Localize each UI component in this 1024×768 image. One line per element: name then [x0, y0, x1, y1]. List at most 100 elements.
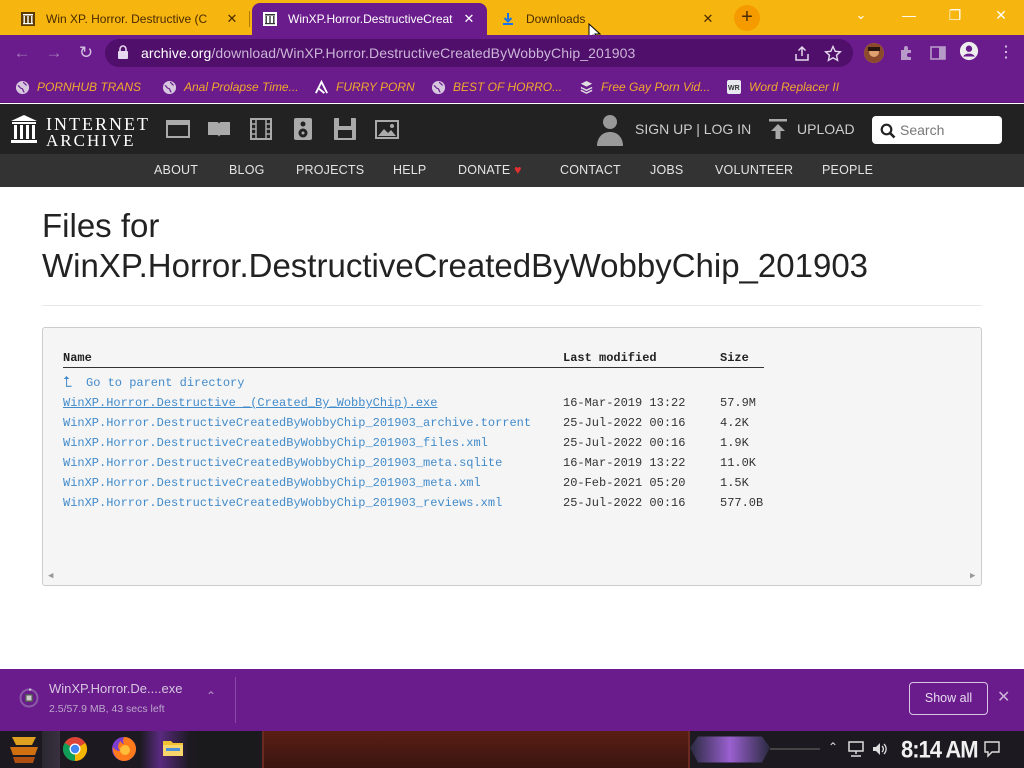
texts-icon[interactable]: [206, 117, 232, 141]
tab-3[interactable]: Downloads ✕: [490, 3, 726, 35]
file-size: 4.2K: [720, 416, 749, 430]
tab-search-icon[interactable]: ⌄: [838, 0, 884, 30]
profile-avatar-icon[interactable]: [959, 41, 979, 61]
file-link[interactable]: WinXP.Horror.DestructiveCreatedByWobbyCh…: [63, 416, 531, 430]
bookmark-item[interactable]: WR Word Replacer II: [726, 78, 839, 96]
network-icon[interactable]: [847, 741, 865, 757]
parent-dir-icon[interactable]: ⮤: [63, 374, 72, 392]
bookmark-item[interactable]: PORNHUB TRANS: [14, 78, 141, 96]
ia-logo[interactable]: INTERNET ARCHIVE: [8, 112, 158, 150]
audio-icon[interactable]: [290, 117, 316, 141]
volume-icon[interactable]: [871, 741, 889, 757]
file-link[interactable]: WinXP.Horror.DestructiveCreatedByWobbyCh…: [63, 436, 488, 450]
browser-toolbar: ← → ↻ archive.org/download/WinXP.Horror.…: [0, 35, 1024, 71]
upload-icon[interactable]: [768, 118, 788, 140]
chevron-up-icon[interactable]: ⌃: [206, 689, 216, 703]
ia-temple-icon: [11, 115, 37, 143]
folder-icon[interactable]: [162, 737, 184, 759]
taskbar: ⌃ 8:14 AM: [0, 731, 1024, 768]
tab-close-icon[interactable]: ✕: [461, 11, 477, 27]
close-window-button[interactable]: ✕: [978, 0, 1024, 30]
download-shelf: WinXP.Horror.De....exe 2.5/57.9 MB, 43 s…: [0, 669, 1024, 731]
ia-header: INTERNET ARCHIVE SIGN UP | LOG IN UPLOAD: [0, 104, 1024, 154]
nav-volunteer[interactable]: VOLUNTEER: [715, 163, 793, 177]
address-bar[interactable]: archive.org/download/WinXP.Horror.Destru…: [105, 39, 853, 67]
chevron-up-icon[interactable]: ⌃: [828, 740, 838, 754]
svg-text:WR: WR: [728, 85, 740, 92]
nav-blog[interactable]: BLOG: [229, 163, 265, 177]
scroll-left-icon[interactable]: ◀: [48, 571, 53, 581]
new-tab-button[interactable]: +: [734, 5, 760, 31]
download-favicon-icon: [500, 11, 516, 27]
file-link[interactable]: WinXP.Horror.DestructiveCreatedByWobbyCh…: [63, 496, 502, 510]
side-panel-icon[interactable]: [928, 43, 948, 63]
bookmark-label: FURRY PORN: [336, 80, 415, 94]
reload-icon[interactable]: ↻: [74, 41, 98, 65]
back-arrow-icon[interactable]: ←: [10, 41, 34, 65]
notification-icon[interactable]: [983, 740, 1001, 758]
url-path: /download/WinXP.Horror.DestructiveCreate…: [211, 45, 636, 61]
nav-jobs[interactable]: JOBS: [650, 163, 683, 177]
share-icon[interactable]: [793, 45, 811, 63]
tab-title: WinXP.Horror.DestructiveCreat: [288, 12, 453, 26]
nav-contact[interactable]: CONTACT: [560, 163, 621, 177]
software-icon[interactable]: [332, 117, 358, 141]
nav-donate[interactable]: DONATE ♥: [458, 163, 522, 177]
bookmark-item[interactable]: Free Gay Porn Vid...: [578, 78, 710, 96]
bookmark-item[interactable]: BEST OF HORRO...: [430, 78, 562, 96]
user-icon[interactable]: [596, 113, 624, 147]
clock[interactable]: 8:14 AM: [901, 736, 979, 765]
bookmark-item[interactable]: Anal Prolapse Time...: [161, 78, 299, 96]
file-link[interactable]: WinXP.Horror.DestructiveCreatedByWobbyCh…: [63, 476, 481, 490]
extension-avatar-icon[interactable]: [864, 43, 884, 63]
download-status: 2.5/57.9 MB, 43 secs left: [49, 703, 165, 715]
globe-icon: [14, 79, 30, 95]
images-icon[interactable]: [374, 117, 400, 141]
tab-2-active[interactable]: WinXP.Horror.DestructiveCreat ✕: [252, 3, 487, 35]
download-filename[interactable]: WinXP.Horror.De....exe: [49, 681, 182, 696]
forward-arrow-icon[interactable]: →: [42, 41, 66, 65]
download-progress-icon[interactable]: [19, 688, 39, 708]
file-modified: 25-Jul-2022 00:16: [563, 416, 686, 430]
file-link[interactable]: WinXP.Horror.DestructiveCreatedByWobbyCh…: [63, 456, 502, 470]
extensions-puzzle-icon[interactable]: [897, 43, 917, 63]
bookmarks-bar: PORNHUB TRANS Anal Prolapse Time... FURR…: [0, 71, 1024, 103]
tab-close-icon[interactable]: ✕: [224, 11, 240, 27]
menu-kebab-icon[interactable]: ⋮: [994, 41, 1018, 65]
bookmark-star-icon[interactable]: [824, 45, 842, 63]
file-size: 1.9K: [720, 436, 749, 450]
tab-1[interactable]: Win XP. Horror. Destructive (C ✕: [10, 3, 250, 35]
show-all-button[interactable]: Show all: [909, 682, 988, 715]
tab-close-icon[interactable]: ✕: [700, 11, 716, 27]
scroll-right-icon[interactable]: ▶: [970, 571, 975, 581]
header-size: Size: [720, 351, 749, 365]
firefox-icon[interactable]: [110, 735, 138, 763]
nav-help[interactable]: HELP: [393, 163, 426, 177]
ia-search-input[interactable]: Search: [872, 116, 1002, 144]
restore-button[interactable]: ❐: [932, 0, 978, 30]
close-shelf-icon[interactable]: ✕: [997, 687, 1010, 707]
globe-icon: [161, 79, 177, 95]
url-text[interactable]: archive.org/download/WinXP.Horror.Destru…: [141, 45, 635, 61]
file-modified: 25-Jul-2022 00:16: [563, 496, 686, 510]
nav-people[interactable]: PEOPLE: [822, 163, 873, 177]
shelf-divider: [235, 677, 236, 723]
web-icon[interactable]: [165, 117, 191, 141]
donate-label: DONATE: [458, 163, 511, 177]
search-icon[interactable]: [880, 123, 896, 139]
upload-link[interactable]: UPLOAD: [797, 121, 855, 137]
chrome-icon[interactable]: [62, 736, 88, 762]
tab-title: Win XP. Horror. Destructive (C: [46, 12, 208, 26]
parent-directory-link[interactable]: Go to parent directory: [86, 376, 244, 390]
file-size: 577.0B: [720, 496, 764, 510]
sign-in-link[interactable]: SIGN UP | LOG IN: [635, 121, 751, 137]
search-placeholder: Search: [900, 122, 945, 138]
start-icon[interactable]: [8, 735, 40, 765]
nav-about[interactable]: ABOUT: [154, 163, 198, 177]
nav-projects[interactable]: PROJECTS: [296, 163, 364, 177]
bookmark-item[interactable]: FURRY PORN: [313, 78, 415, 96]
minimize-button[interactable]: —: [886, 0, 932, 30]
video-icon[interactable]: [248, 117, 274, 141]
lock-icon[interactable]: [117, 45, 129, 60]
file-link[interactable]: WinXP.Horror.Destructive _(Created_By_Wo…: [63, 396, 437, 410]
